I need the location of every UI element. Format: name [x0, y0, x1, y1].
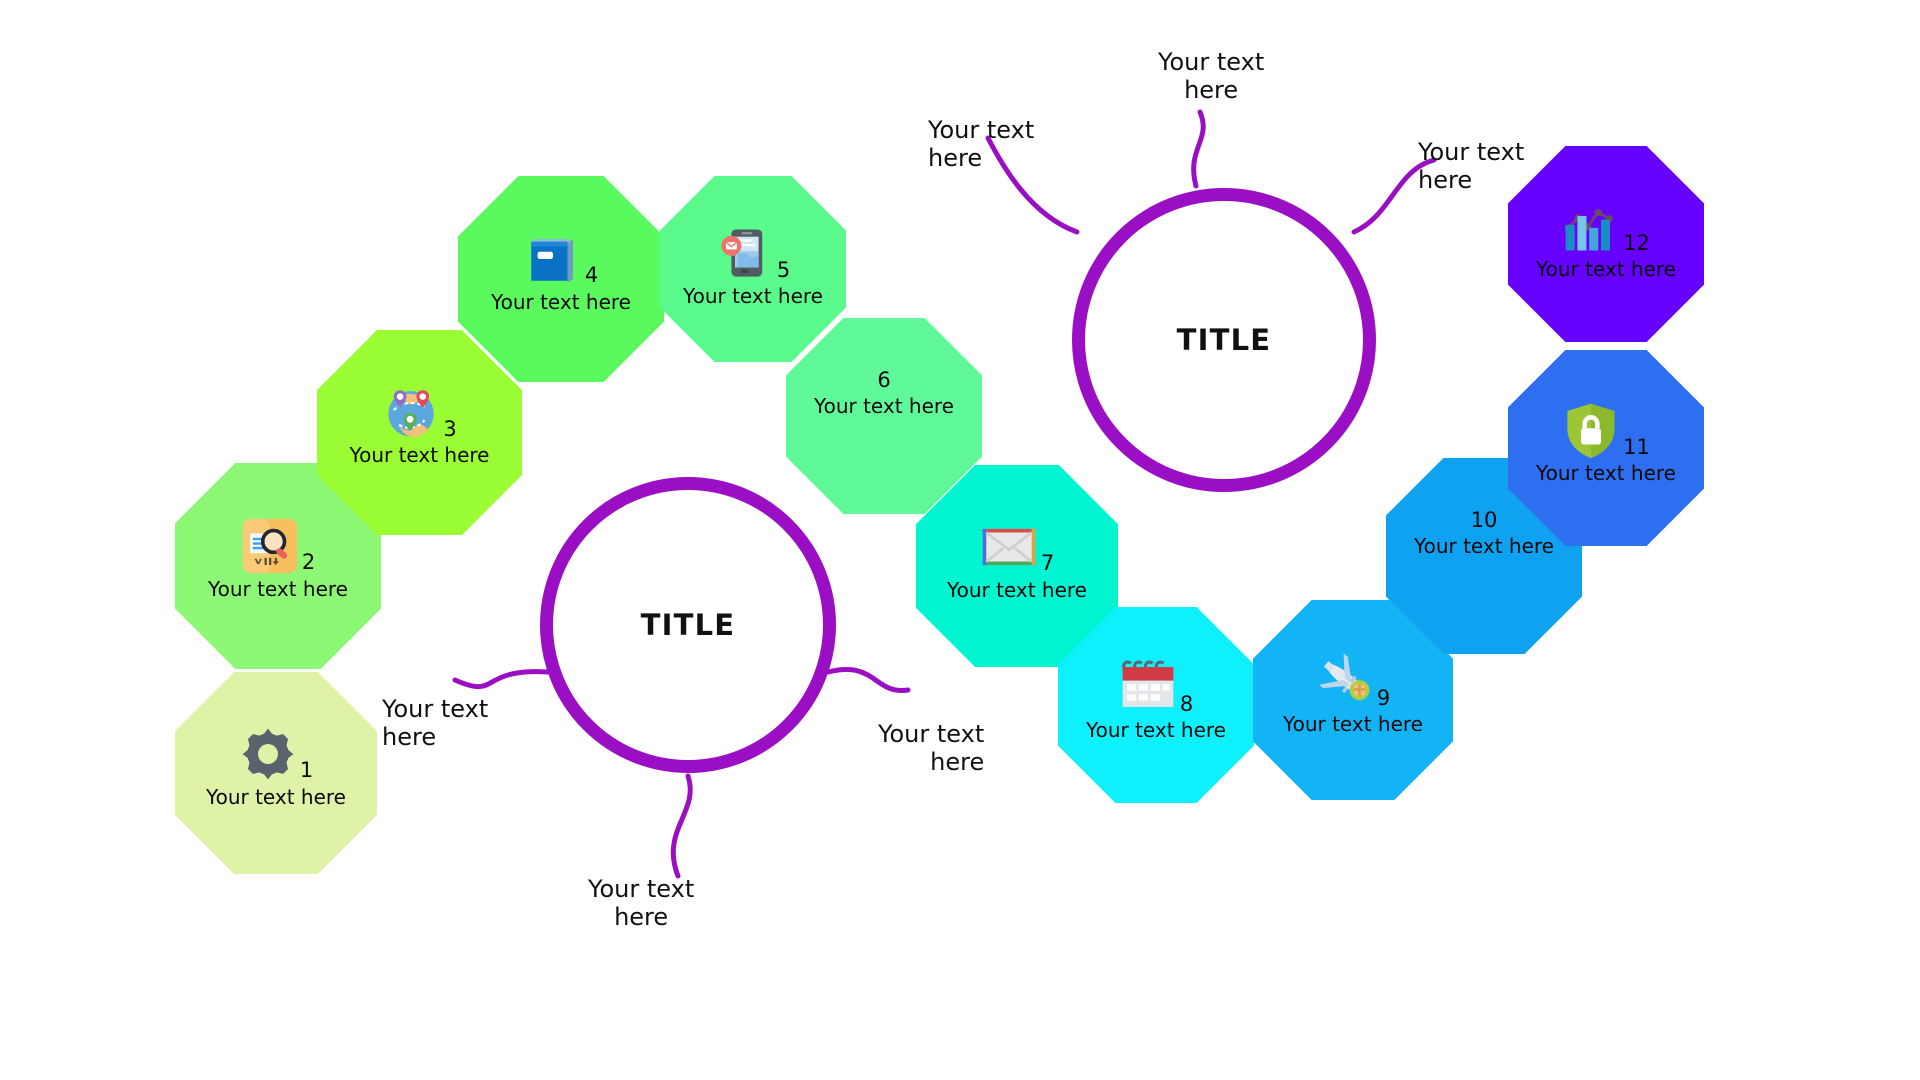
callout-left-circle-left: Your text here [382, 695, 489, 752]
diagram-canvas: 1 Your text here 2 Your text here 3 Your text… [0, 0, 1920, 1080]
callout-left-circle-right: Your text here [878, 720, 985, 777]
callout-labels-layer: Your text here Your text here Your text he… [0, 0, 1920, 1080]
callout-right-circle-top: Your text here [1158, 48, 1265, 105]
callout-left-circle-bottom: Your text here [588, 875, 695, 932]
callout-right-circle-right: Your text here [1418, 138, 1525, 195]
callout-right-circle-left: Your text here [928, 116, 1035, 173]
